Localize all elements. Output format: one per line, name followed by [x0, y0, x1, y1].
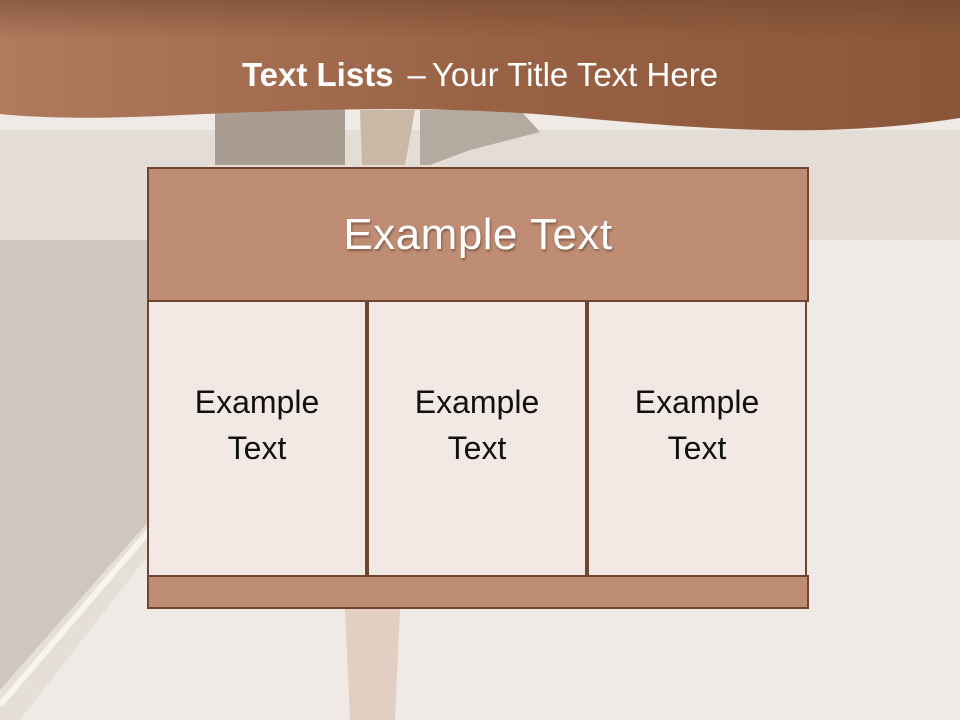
panel-columns: Example Text Example Text Example Text	[147, 300, 809, 578]
column-box-3: Example Text	[587, 300, 807, 578]
title-separator: –	[407, 56, 426, 93]
panel-footer-bar	[147, 575, 809, 609]
column-1-line-1: Example	[194, 384, 320, 420]
column-2-line-1: Example	[414, 384, 540, 420]
column-1-line-2: Text	[227, 430, 287, 466]
column-box-2: Example Text	[367, 300, 587, 578]
column-3-line-1: Example	[634, 384, 760, 420]
column-text-1: Example Text	[167, 379, 347, 471]
slide-title: Text Lists – Your Title Text Here	[0, 52, 960, 98]
title-main: Text Lists	[241, 56, 394, 93]
column-2-line-2: Text	[447, 430, 507, 466]
slide: Text Lists – Your Title Text Here Example …	[0, 0, 960, 720]
panel-header: Example Text	[147, 167, 809, 302]
column-text-3: Example Text	[607, 379, 787, 471]
column-text-2: Example Text	[387, 379, 567, 471]
text-list-panel: Example Text Example Text Example Text E…	[147, 167, 809, 609]
column-3-line-2: Text	[667, 430, 727, 466]
column-box-1: Example Text	[147, 300, 367, 578]
title-subtitle: Your Title Text Here	[431, 56, 719, 93]
panel-header-text: Example Text	[343, 209, 613, 259]
